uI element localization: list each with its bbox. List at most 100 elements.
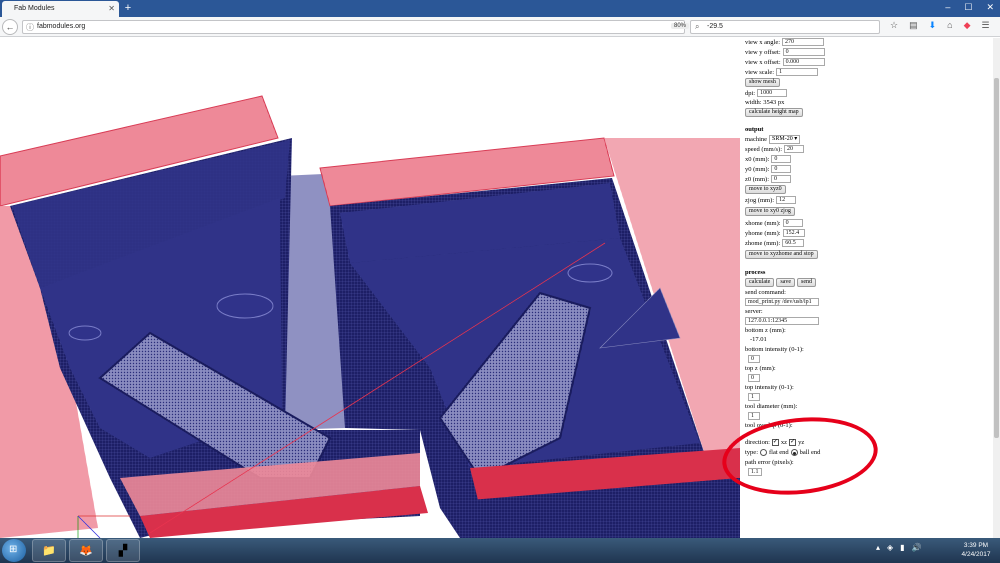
search-bar[interactable]: ⌕ -29.5 [690,20,880,34]
home-icon[interactable]: ⌂ [947,20,952,31]
view-x-angle-label: view x angle: [745,38,781,46]
calc-height-row: calculate height map [745,108,803,117]
x0-row: x0 (mm): 0 [745,155,792,163]
xhome-row: xhome (mm): 0 [745,219,803,227]
maximize-icon[interactable]: ☐ [964,2,972,13]
mesh-viewport[interactable] [0,38,740,538]
close-tab-icon[interactable]: ✕ [108,4,115,13]
y0-label: y0 (mm): [745,165,770,173]
yhome-label: yhome (mm): [745,229,781,237]
bottom-z-row: -17.01 [750,336,767,343]
view-y-offset-row: view y offset: 0 [745,48,825,56]
top-intensity-input[interactable]: 1 [748,393,760,401]
page-scrollbar[interactable] [993,38,1000,538]
show-mesh-button[interactable]: show mesh [745,78,780,87]
view-scale-input[interactable]: 1 [776,68,819,76]
server-label-row: server: [745,308,763,315]
download-icon[interactable]: ⬇ [929,20,937,31]
tool-diameter-label: tool diameter (mm): [745,403,798,410]
pocket-icon[interactable]: ◆ [964,20,971,31]
send-command-input[interactable]: mod_print.py /dev/usb/lp1 [745,298,819,306]
send-command-label: send command: [745,289,786,296]
y0-row: y0 (mm): 0 [745,165,792,173]
bottom-z-value: -17.01 [750,336,767,343]
tool-diameter-input[interactable]: 1 [748,412,760,420]
z0-input[interactable]: 0 [771,175,792,183]
y0-input[interactable]: 0 [771,165,792,173]
move-xyz0-button[interactable]: move to xyz0 [745,185,786,194]
volume-icon[interactable]: 🔊 [912,543,922,552]
server-label: server: [745,308,763,315]
x0-input[interactable]: 0 [771,155,792,163]
file-explorer-icon[interactable]: 📁 [32,539,66,562]
send-command-row: mod_print.py /dev/usb/lp1 [745,298,819,306]
top-intensity-row: 1 [748,393,760,401]
width-text: width: 3543 px [745,99,785,106]
top-z-input[interactable]: 0 [748,374,760,382]
view-x-offset-row: view x offset: 0.000 [745,58,825,66]
server-input[interactable]: 127.0.0.1:12345 [745,317,819,325]
firefox-icon[interactable]: 🦊 [69,539,103,562]
calculate-button[interactable]: calculate [745,278,775,287]
xhome-input[interactable]: 0 [782,219,803,227]
move-xyzhome-stop-button[interactable]: move to xyzhome and stop [745,250,818,259]
send-button[interactable]: send [797,278,816,287]
view-x-offset-input[interactable]: 0.000 [782,58,825,66]
zoom-level[interactable]: 80% [671,23,690,29]
start-button[interactable]: ⊞ [2,539,26,562]
scrollbar-thumb[interactable] [994,78,999,438]
view-y-offset-input[interactable]: 0 [782,48,825,56]
yhome-input[interactable]: 152.4 [782,229,805,237]
url-text: fabmodules.org [37,23,86,30]
chevron-down-icon: ▾ [794,136,798,142]
bottom-z-label-row: bottom z (mm): [745,327,786,334]
clock-date: 4/24/2017 [961,551,991,558]
zjog-input[interactable]: 12 [776,196,797,204]
info-icon[interactable]: ⓘ [26,22,34,33]
taskbar-clock[interactable]: 3:39 PM 4/24/2017 [955,541,997,559]
process-heading: process [745,269,766,276]
tray-app-icon[interactable]: ◈ [887,543,893,552]
navigation-bar: ← ⓘ fabmodules.org 80% ↻ ⌕ -29.5 ☆ ▤ ⬇ ⌂… [0,17,1000,37]
tool-diameter-row: 1 [748,412,760,420]
process-heading-row: process [745,269,765,276]
server-row: 127.0.0.1:12345 [745,317,819,325]
new-tab-icon[interactable]: + [121,1,135,16]
tool-diameter-label-row: tool diameter (mm): [745,403,797,410]
view-x-angle-input[interactable]: 270 [782,38,825,46]
machine-select[interactable]: SRM-20 ▾ [769,135,801,144]
right-cavity-circle [567,263,613,283]
speed-row: speed (mm/s): 20 [745,145,805,153]
left-cavity-circle [216,293,274,319]
top-z-label-row: top z (mm): [745,365,776,372]
z0-row: z0 (mm): 0 [745,175,792,183]
bookmark-star-icon[interactable]: ☆ [890,20,898,31]
top-intensity-label-row: top intensity (0-1): [745,384,794,391]
yhome-row: yhome (mm): 152.4 [745,229,805,237]
save-button[interactable]: save [776,278,795,287]
bottom-intensity-input[interactable]: 0 [748,355,760,363]
zhome-input[interactable]: 60.5 [782,239,805,247]
width-row: width: 3543 px [745,99,784,106]
minimize-icon[interactable]: – [945,2,950,13]
move-xy0-zjog-button[interactable]: move to xy0 zjog [745,207,795,216]
view-y-offset-label: view y offset: [745,48,781,56]
zjog-row: zjog (mm): 12 [745,196,797,204]
close-window-icon[interactable]: ✕ [986,2,994,13]
speed-input[interactable]: 20 [784,145,805,153]
reading-list-icon[interactable]: ▤ [909,20,918,31]
machine-label: machine [745,136,768,143]
dpi-input[interactable]: 1000 [757,89,788,97]
network-icon[interactable]: ▮ [900,543,904,552]
machine-select-value: SRM-20 [772,136,793,142]
back-arrow-icon[interactable]: ← [2,19,18,35]
menu-icon[interactable]: ☰ [982,20,990,31]
bottom-intensity-label-row: bottom intensity (0-1): [745,346,804,353]
show-mesh-row: show mesh [745,78,780,87]
url-bar[interactable]: ⓘ fabmodules.org 80% ↻ [22,20,701,34]
move-xy0-zjog-row: move to xy0 zjog [745,207,795,216]
browser-tab[interactable]: Fab Modules ✕ [2,1,119,17]
tray-arrow-icon[interactable]: ▴ [876,543,880,552]
calculate-height-map-button[interactable]: calculate height map [745,108,803,117]
app-icon[interactable]: ▞ [106,539,140,562]
